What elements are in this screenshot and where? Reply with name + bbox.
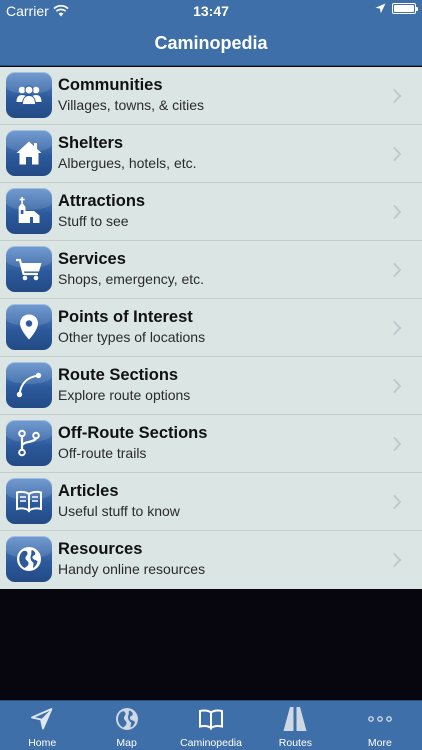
- book-icon: [199, 709, 224, 731]
- menu-item-subtitle: Albergues, hotels, etc.: [58, 155, 197, 171]
- nav-title: Caminopedia: [154, 33, 268, 53]
- menu-item-subtitle: Useful stuff to know: [58, 503, 180, 519]
- menu-item-title: Shelters: [58, 134, 124, 152]
- people-icon: [6, 72, 52, 118]
- location-pin-icon: [6, 304, 52, 350]
- status-bar: Carrier 13:47: [0, 0, 422, 22]
- status-time: 13:47: [193, 3, 229, 19]
- tab-more[interactable]: More: [338, 701, 422, 750]
- route-curve-icon: [6, 362, 52, 408]
- chevron-right-icon: [393, 88, 402, 104]
- menu-item-subtitle: Explore route options: [58, 387, 191, 403]
- menu-item-subtitle: Other types of locations: [58, 329, 206, 345]
- menu-item-points-of-interest[interactable]: Points of Interest Other types of locati…: [0, 299, 422, 357]
- menu-item-subtitle: Villages, towns, & cities: [58, 97, 205, 113]
- tab-label: Routes: [278, 737, 313, 749]
- menu-item-title: Resources: [58, 540, 143, 558]
- menu-item-shelters[interactable]: Shelters Albergues, hotels, etc.: [0, 125, 422, 183]
- road-icon: [283, 707, 307, 731]
- branch-icon: [6, 420, 52, 466]
- menu-item-title: Points of Interest: [58, 308, 193, 326]
- menu-item-subtitle: Stuff to see: [58, 213, 129, 229]
- tab-label: More: [367, 737, 392, 749]
- chevron-right-icon: [393, 262, 402, 278]
- globe-icon: [6, 536, 52, 582]
- tab-label: Home: [28, 737, 57, 749]
- menu-item-title: Off-Route Sections: [58, 424, 208, 442]
- header: Carrier 13:47 Caminopedia: [0, 0, 422, 66]
- status-right: [375, 3, 418, 14]
- chevron-right-icon: [393, 320, 402, 336]
- menu-item-services[interactable]: Services Shops, emergency, etc.: [0, 241, 422, 299]
- chevron-right-icon: [393, 204, 402, 220]
- location-arrow-icon: [375, 3, 386, 14]
- menu-item-subtitle: Handy online resources: [58, 561, 206, 577]
- menu-item-subtitle: Off-route trails: [58, 445, 147, 461]
- menu-item-subtitle: Shops, emergency, etc.: [58, 271, 205, 287]
- chevron-right-icon: [393, 378, 402, 394]
- menu-item-communities[interactable]: Communities Villages, towns, & cities: [0, 67, 422, 125]
- tab-routes[interactable]: Routes: [253, 701, 337, 750]
- chevron-right-icon: [393, 436, 402, 452]
- menu-item-title: Attractions: [58, 192, 146, 210]
- tab-home[interactable]: Home: [0, 701, 84, 750]
- tab-caminopedia[interactable]: Caminopedia: [169, 701, 253, 750]
- book-icon: [6, 478, 52, 524]
- chevron-right-icon: [393, 494, 402, 510]
- battery-icon: [392, 3, 418, 14]
- chevron-right-icon: [393, 552, 402, 568]
- menu-item-title: Route Sections: [58, 366, 179, 384]
- menu-item-title: Articles: [58, 482, 119, 500]
- menu-item-title: Communities: [58, 76, 163, 94]
- tab-bar: Home Map Caminopedia Routes More: [0, 700, 422, 750]
- cart-icon: [6, 246, 52, 292]
- menu-item-resources[interactable]: Resources Handy online resources: [0, 531, 422, 589]
- menu-item-route-sections[interactable]: Route Sections Explore route options: [0, 357, 422, 415]
- tab-map[interactable]: Map: [84, 701, 168, 750]
- menu-item-title: Services: [58, 250, 126, 268]
- chevron-right-icon: [393, 146, 402, 162]
- menu-item-articles[interactable]: Articles Useful stuff to know: [0, 473, 422, 531]
- house-icon: [6, 130, 52, 176]
- tab-label: Caminopedia: [180, 737, 242, 749]
- tab-label: Map: [116, 737, 137, 749]
- globe-icon: [115, 708, 138, 730]
- church-icon: [6, 188, 52, 234]
- more-dots-icon: [367, 716, 392, 722]
- menu-item-attractions[interactable]: Attractions Stuff to see: [0, 183, 422, 241]
- menu-list: Communities Villages, towns, & cities Sh…: [0, 67, 422, 589]
- navigation-arrow-icon: [31, 708, 53, 730]
- menu-item-off-route-sections[interactable]: Off-Route Sections Off-route trails: [0, 415, 422, 473]
